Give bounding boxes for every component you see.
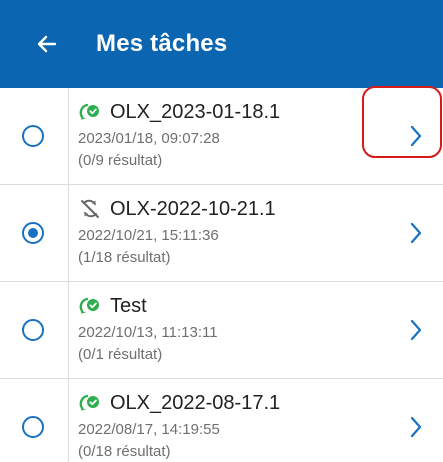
sync-check-icon — [78, 101, 102, 123]
sync-check-icon — [78, 392, 102, 414]
task-row[interactable]: OLX_2023-01-18.1 2023/01/18, 09:07:28 (0… — [0, 88, 443, 185]
task-date: 2023/01/18, 09:07:28 — [78, 130, 220, 147]
open-task-button[interactable] — [405, 413, 427, 441]
task-list: OLX_2023-01-18.1 2023/01/18, 09:07:28 (0… — [0, 88, 443, 462]
task-name: OLX-2022-10-21.1 — [110, 197, 276, 220]
task-results: (0/9 résultat) — [78, 152, 163, 169]
task-radio[interactable] — [22, 222, 44, 244]
task-name-line: OLX-2022-10-21.1 — [78, 197, 383, 221]
task-results: (0/1 résultat) — [78, 346, 163, 363]
task-results: (0/18 résultat) — [78, 443, 171, 460]
arrow-left-icon — [37, 35, 57, 53]
app-header: Mes tâches — [0, 0, 443, 88]
selection-column — [0, 282, 69, 378]
task-info: OLX_2022-08-17.1 2022/08/17, 14:19:55 (0… — [78, 391, 383, 461]
task-name: Test — [110, 294, 147, 317]
open-task-button[interactable] — [405, 219, 427, 247]
task-name-line: OLX_2022-08-17.1 — [78, 391, 383, 415]
task-name: OLX_2023-01-18.1 — [110, 100, 281, 123]
selection-column — [0, 88, 69, 184]
chevron-right-icon — [410, 416, 422, 438]
task-date: 2022/10/13, 11:13:11 — [78, 324, 218, 341]
selection-column — [0, 379, 69, 462]
task-radio[interactable] — [22, 319, 44, 341]
radio-selected-dot — [28, 228, 38, 238]
task-row[interactable]: OLX_2022-08-17.1 2022/08/17, 14:19:55 (0… — [0, 379, 443, 462]
task-radio[interactable] — [22, 125, 44, 147]
task-row[interactable]: OLX-2022-10-21.1 2022/10/21, 15:11:36 (1… — [0, 185, 443, 282]
sync-off-icon — [78, 198, 102, 220]
task-results: (1/18 résultat) — [78, 249, 171, 266]
task-name: OLX_2022-08-17.1 — [110, 391, 281, 414]
task-name-line: OLX_2023-01-18.1 — [78, 100, 383, 124]
task-list-screen: Mes tâches OLX_2023-01-18.1 2023/01/18, … — [0, 0, 443, 462]
back-button[interactable] — [26, 23, 68, 65]
sync-check-icon — [78, 295, 102, 317]
task-date: 2022/10/21, 15:11:36 — [78, 227, 219, 244]
task-name-line: Test — [78, 294, 383, 318]
task-info: Test 2022/10/13, 11:13:11 (0/1 résultat) — [78, 294, 383, 364]
task-radio[interactable] — [22, 416, 44, 438]
chevron-right-icon — [410, 125, 422, 147]
task-info: OLX-2022-10-21.1 2022/10/21, 15:11:36 (1… — [78, 197, 383, 267]
page-title: Mes tâches — [96, 30, 228, 57]
open-task-button[interactable] — [405, 122, 427, 150]
task-date: 2022/08/17, 14:19:55 — [78, 421, 220, 438]
open-task-button[interactable] — [405, 316, 427, 344]
selection-column — [0, 185, 69, 281]
task-row[interactable]: Test 2022/10/13, 11:13:11 (0/1 résultat) — [0, 282, 443, 379]
chevron-right-icon — [410, 319, 422, 341]
task-info: OLX_2023-01-18.1 2023/01/18, 09:07:28 (0… — [78, 100, 383, 170]
chevron-right-icon — [410, 222, 422, 244]
